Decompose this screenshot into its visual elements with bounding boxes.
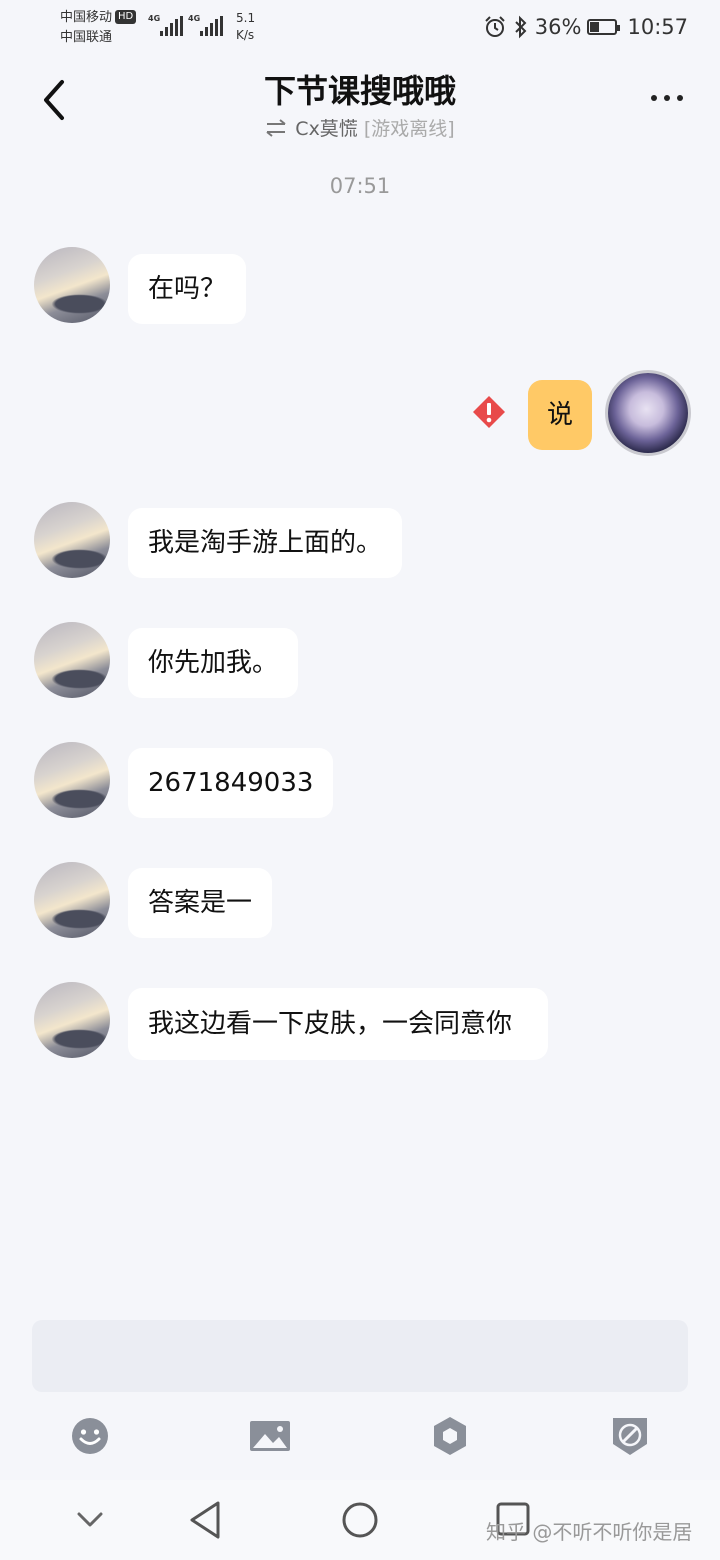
message-bubble-received[interactable]: 我是淘手游上面的。 — [128, 508, 403, 578]
nav-home-button[interactable] — [337, 1498, 383, 1542]
home-circle-icon — [342, 1502, 378, 1538]
game-button[interactable] — [608, 1414, 652, 1458]
image-icon — [250, 1421, 290, 1451]
battery-icon — [587, 19, 621, 35]
shield-button[interactable] — [428, 1414, 472, 1458]
collapse-icon — [77, 1512, 103, 1527]
message-input[interactable] — [32, 1320, 688, 1392]
emoji-button[interactable] — [68, 1414, 112, 1458]
contact-avatar[interactable] — [34, 982, 110, 1058]
carrier-1: 中国移动 — [60, 10, 113, 25]
shield-icon — [434, 1417, 466, 1455]
status-bar: 中国移动 HD 中国联通 4G 4G 5.1 K/s 36% 10:57 — [0, 0, 720, 56]
chat-timestamp: 07:51 — [329, 174, 391, 198]
subtitle-status: [游戏离线] — [363, 118, 455, 140]
message-bubble-received[interactable]: 在吗？ — [128, 254, 247, 324]
carrier-info: 中国移动 HD 中国联通 — [60, 8, 137, 48]
watermark: 知乎 @不听不听你是居 — [486, 1520, 693, 1544]
chat-title: 下节课搜哦哦 — [263, 72, 456, 110]
back-button[interactable] — [30, 72, 80, 128]
contact-avatar[interactable] — [34, 502, 110, 578]
speed-value: 5.1 — [236, 11, 256, 25]
back-triangle-icon — [190, 1501, 220, 1539]
nav-collapse-button[interactable] — [67, 1498, 113, 1542]
swap-icon — [266, 119, 286, 137]
message-bubble-received[interactable]: 2671849033 — [128, 748, 334, 818]
alarm-icon — [485, 16, 505, 37]
speed-unit: K/s — [236, 28, 255, 42]
subtitle-name: Cx莫慌 — [295, 118, 358, 140]
contact-avatar[interactable] — [34, 742, 110, 818]
contact-avatar[interactable] — [34, 247, 110, 323]
emoji-icon — [72, 1418, 108, 1454]
image-button[interactable] — [248, 1414, 292, 1458]
my-avatar[interactable] — [608, 373, 688, 453]
compass-icon — [613, 1418, 647, 1455]
nav-back-button[interactable] — [183, 1498, 229, 1542]
network-speed: 5.1 K/s — [236, 10, 255, 44]
chevron-left-icon — [44, 80, 64, 120]
contact-avatar[interactable] — [34, 862, 110, 938]
status-right: 36% 10:57 — [483, 10, 688, 44]
carrier-2: 中国联通 — [60, 30, 113, 45]
more-dots-icon — [651, 95, 683, 101]
contact-avatar[interactable] — [34, 622, 110, 698]
hd-badge: HD — [115, 10, 137, 24]
message-bubble-sent[interactable]: 说 — [528, 380, 592, 450]
more-button[interactable] — [642, 80, 692, 116]
message-bubble-received[interactable]: 答案是一 — [128, 868, 273, 938]
bluetooth-icon — [515, 15, 527, 39]
signal-1-label: 4G — [148, 14, 161, 23]
send-failed-icon[interactable] — [472, 395, 506, 429]
battery-percent: 36% — [534, 15, 582, 39]
message-bubble-received[interactable]: 你先加我。 — [128, 628, 299, 698]
clock: 10:57 — [627, 15, 688, 39]
chat-subtitle[interactable]: Cx莫慌 [游戏离线] — [160, 114, 560, 141]
message-bubble-received[interactable]: 我这边看一下皮肤，一会同意你 — [128, 988, 548, 1060]
signal-2-label: 4G — [188, 14, 201, 23]
